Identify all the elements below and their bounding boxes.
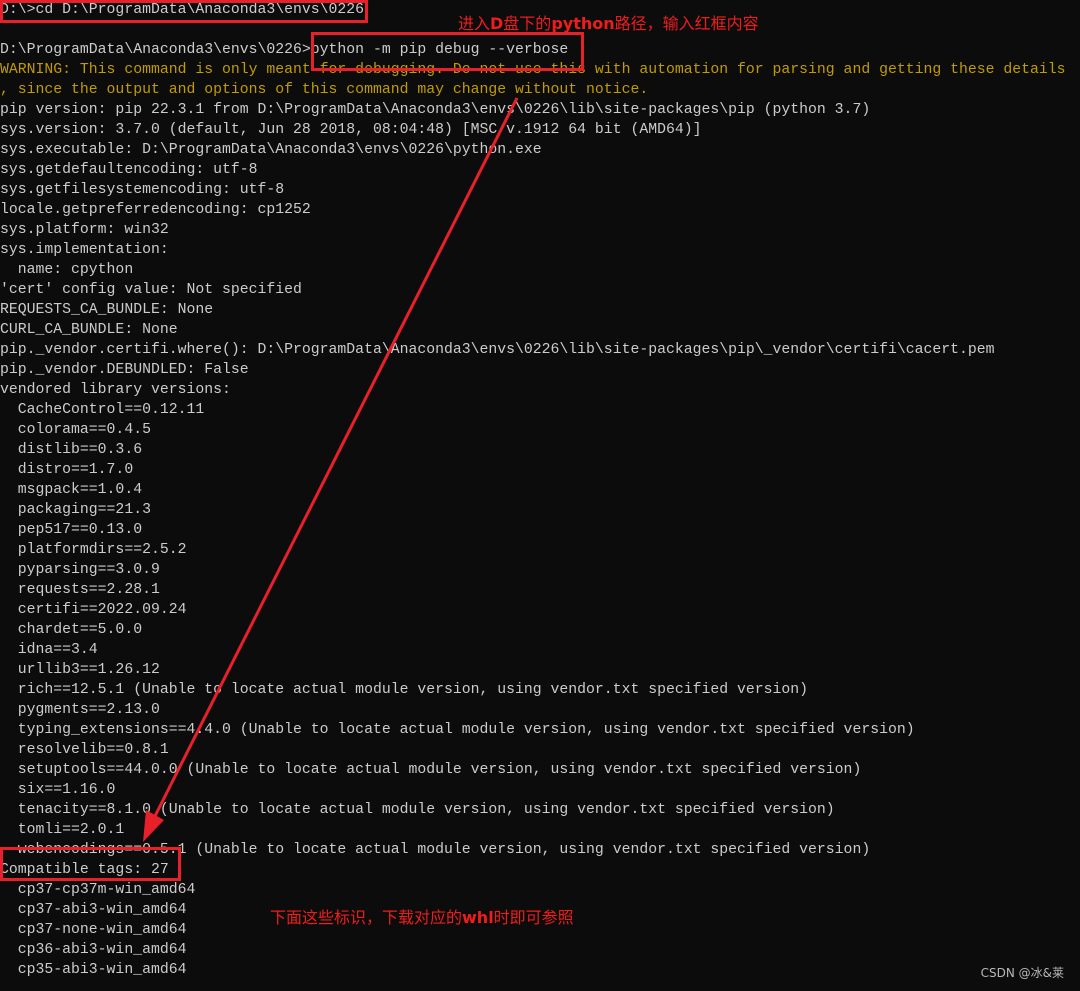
annotation-top: 进入D盘下的python路径，输入红框内容 <box>458 14 759 33</box>
arrow-line <box>150 97 519 823</box>
arrow-head-icon <box>143 810 164 842</box>
watermark: CSDN @冰&莱 <box>980 966 1064 980</box>
annotation-bottom: 下面这些标识，下载对应的whl时即可参照 <box>270 908 574 927</box>
annotation-arrow <box>143 97 519 842</box>
